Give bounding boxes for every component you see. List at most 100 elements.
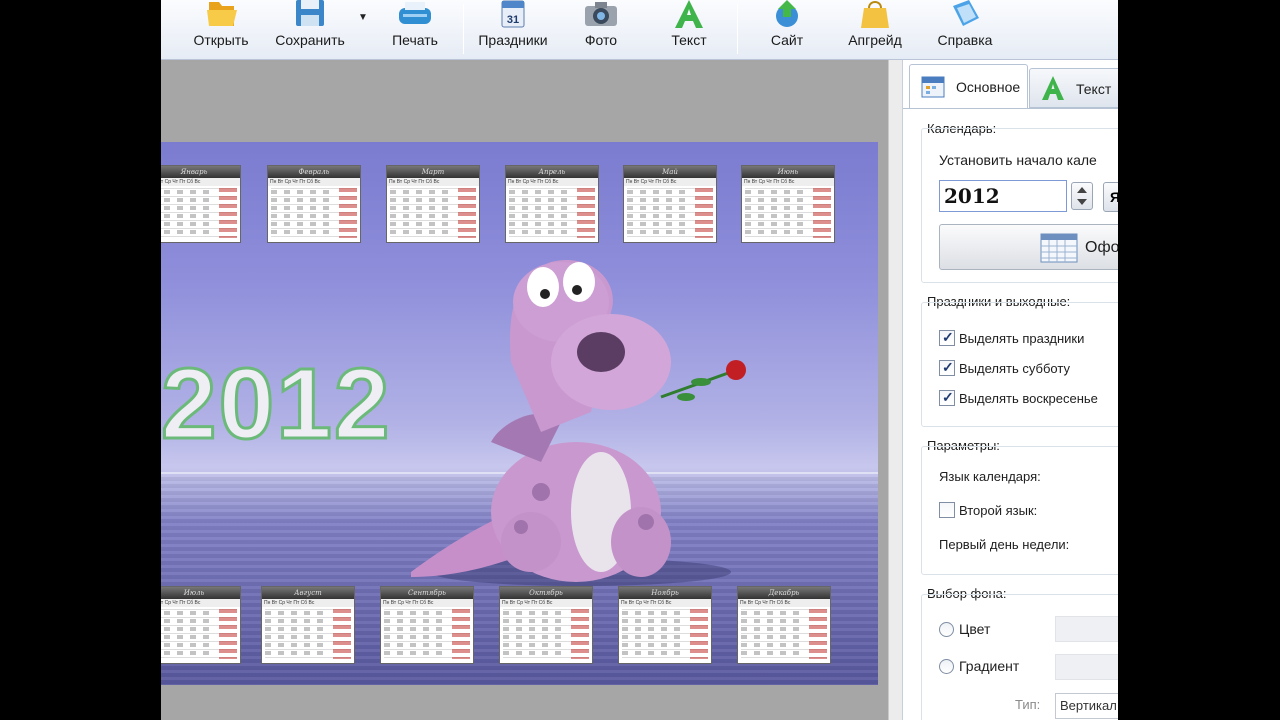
calendar-tab-icon	[921, 76, 945, 98]
upgrade-button[interactable]: Апгрейд	[835, 0, 915, 58]
day-grid	[265, 609, 351, 659]
calendar-poster[interactable]: Январь Пн Вт Ср Чт Пт Сб Вс Февраль Пн В…	[161, 142, 878, 685]
month-calendar-august[interactable]: Август Пн Вт Ср Чт Пт Сб Вс	[261, 586, 355, 664]
main-toolbar: Открыть Сохранить ▼ Печать 31 Праздники	[161, 0, 1118, 60]
poster-year-title[interactable]: 2012	[161, 347, 391, 462]
month-title: Май	[624, 166, 716, 178]
svg-text:31: 31	[507, 14, 519, 26]
month-title: Сентябрь	[381, 587, 473, 599]
upgrade-label: Апгрейд	[848, 32, 902, 48]
holidays-button[interactable]: 31 Праздники	[473, 0, 553, 58]
canvas-area: Январь Пн Вт Ср Чт Пт Сб Вс Февраль Пн В…	[161, 60, 888, 720]
month-calendar-december[interactable]: Декабрь Пн Вт Ср Чт Пт Сб Вс	[737, 586, 831, 664]
weekday-row: Пн Вт Ср Чт Пт Сб Вс	[161, 178, 240, 186]
second-language-checkbox[interactable]	[939, 502, 955, 518]
help-book-icon	[953, 0, 979, 26]
year-input[interactable]: 2012	[939, 180, 1067, 212]
highlight-saturday-label: Выделять субботу	[959, 361, 1070, 376]
language-button[interactable]: Я	[1103, 182, 1118, 212]
holidays-label: Праздники	[478, 32, 548, 48]
photo-label: Фото	[584, 32, 618, 48]
day-grid	[161, 188, 237, 238]
calendar-language-label: Язык календаря:	[939, 469, 1041, 484]
weekday-row: Пн Вт Ср Чт Пт Сб Вс	[161, 599, 240, 607]
design-button-label: Офо	[1085, 239, 1118, 256]
site-button[interactable]: Сайт	[751, 0, 823, 58]
open-button[interactable]: Открыть	[183, 0, 259, 58]
month-calendar-november[interactable]: Ноябрь Пн Вт Ср Чт Пт Сб Вс	[618, 586, 712, 664]
month-title: Апрель	[506, 166, 598, 178]
color-picker-field[interactable]	[1055, 616, 1118, 642]
day-grid	[627, 188, 713, 238]
month-title: Октябрь	[500, 587, 592, 599]
day-grid	[161, 609, 237, 659]
calendar-31-icon: 31	[501, 0, 525, 28]
color-radio-label: Цвет	[959, 621, 991, 637]
type-label: Тип:	[1015, 697, 1041, 712]
print-label: Печать	[392, 32, 438, 48]
month-calendar-january[interactable]: Январь Пн Вт Ср Чт Пт Сб Вс	[161, 165, 241, 243]
tab-main[interactable]: Основное	[909, 64, 1028, 108]
weekday-row: Пн Вт Ср Чт Пт Сб Вс	[262, 599, 354, 607]
gradient-radio-label: Градиент	[959, 658, 1020, 674]
gradient-radio[interactable]	[939, 659, 954, 674]
day-grid	[384, 609, 470, 659]
month-calendar-february[interactable]: Февраль Пн Вт Ср Чт Пт Сб Вс	[267, 165, 361, 243]
save-dropdown-arrow-icon[interactable]: ▼	[358, 12, 368, 23]
second-language-label: Второй язык:	[959, 503, 1038, 518]
month-calendar-june[interactable]: Июнь Пн Вт Ср Чт Пт Сб Вс	[741, 165, 835, 243]
month-title: Декабрь	[738, 587, 830, 599]
weekday-row: Пн Вт Ср Чт Пт Сб Вс	[742, 178, 834, 186]
photo-button[interactable]: Фото	[565, 0, 637, 58]
weekday-row: Пн Вт Ср Чт Пт Сб Вс	[268, 178, 360, 186]
color-radio[interactable]	[939, 622, 954, 637]
save-button[interactable]: Сохранить	[267, 0, 353, 58]
open-label: Открыть	[193, 32, 249, 48]
tab-divider	[903, 108, 1118, 109]
help-button[interactable]: Справка	[925, 0, 1005, 58]
weekday-row: Пн Вт Ср Чт Пт Сб Вс	[381, 599, 473, 607]
tab-text[interactable]: Текст	[1029, 68, 1118, 108]
month-calendar-march[interactable]: Март Пн Вт Ср Чт Пт Сб Вс	[386, 165, 480, 243]
highlight-saturday-checkbox[interactable]	[939, 359, 955, 376]
letter-a-icon	[675, 0, 703, 28]
day-grid	[509, 188, 595, 238]
text-button[interactable]: Текст	[653, 0, 725, 58]
weekday-row: Пн Вт Ср Чт Пт Сб Вс	[506, 178, 598, 186]
dragon-illustration[interactable]	[391, 242, 771, 592]
gradient-type-select[interactable]: Вертикал	[1055, 693, 1118, 719]
month-calendar-july[interactable]: Июль Пн Вт Ср Чт Пт Сб Вс	[161, 586, 241, 664]
weekday-row: Пн Вт Ср Чт Пт Сб Вс	[738, 599, 830, 607]
toolbar-separator	[737, 4, 738, 54]
green-a-icon	[1042, 76, 1064, 100]
year-spinner[interactable]	[1071, 182, 1093, 210]
month-title: Июнь	[742, 166, 834, 178]
highlight-holidays-label: Выделять праздники	[959, 331, 1085, 346]
highlight-holidays-checkbox[interactable]	[939, 329, 955, 346]
weekday-row: Пн Вт Ср Чт Пт Сб Вс	[624, 178, 716, 186]
highlight-sunday-label: Выделять воскресенье	[959, 391, 1098, 406]
month-calendar-april[interactable]: Апрель Пн Вт Ср Чт Пт Сб Вс	[505, 165, 599, 243]
month-calendar-may[interactable]: Май Пн Вт Ср Чт Пт Сб Вс	[623, 165, 717, 243]
month-calendar-october[interactable]: Октябрь Пн Вт Ср Чт Пт Сб Вс	[499, 586, 593, 664]
printer-icon	[399, 2, 431, 24]
weekday-row: Пн Вт Ср Чт Пт Сб Вс	[500, 599, 592, 607]
canvas-scrollbar[interactable]	[888, 60, 902, 720]
shopping-bag-icon	[861, 1, 889, 28]
month-title: Февраль	[268, 166, 360, 178]
print-button[interactable]: Печать	[379, 0, 451, 58]
month-calendar-september[interactable]: Сентябрь Пн Вт Ср Чт Пт Сб Вс	[380, 586, 474, 664]
start-label: Установить начало кале	[939, 152, 1097, 168]
gradient-picker-field[interactable]	[1055, 654, 1118, 680]
calendar-app-window: Открыть Сохранить ▼ Печать 31 Праздники	[161, 0, 1118, 720]
day-grid	[745, 188, 831, 238]
month-title: Январь	[161, 166, 240, 178]
design-button[interactable]: Офо	[939, 224, 1118, 270]
highlight-sunday-checkbox[interactable]	[939, 389, 955, 406]
first-day-label: Первый день недели:	[939, 537, 1070, 552]
tab-main-label: Основное	[956, 79, 1021, 95]
globe-arrow-icon	[776, 0, 798, 27]
weekday-row: Пн Вт Ср Чт Пт Сб Вс	[387, 178, 479, 186]
day-grid	[271, 188, 357, 238]
site-label: Сайт	[770, 32, 804, 48]
